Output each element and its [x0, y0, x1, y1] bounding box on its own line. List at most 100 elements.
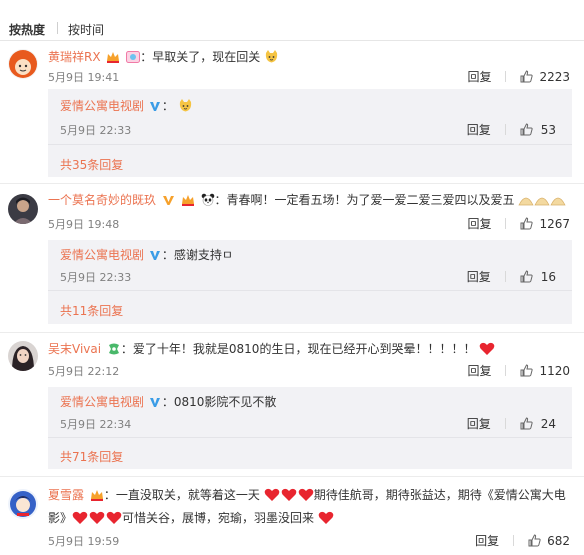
comment-username[interactable]: 吴末Vivai — [48, 342, 101, 356]
comment-actions: 回复 1267 — [467, 215, 570, 233]
panda-badge-icon[interactable] — [201, 193, 215, 210]
thumbs-up-icon[interactable] — [520, 364, 534, 380]
comment-actions: 回复 682 — [475, 532, 570, 550]
like-count: 2223 — [539, 70, 570, 84]
comment-username[interactable]: 黄瑞祥RX — [48, 50, 101, 64]
comment-text: ：早取关了，现在回关 — [140, 50, 261, 64]
comment-text: 期待佳航哥，期待张益达，期待《爱情公寓大电 — [313, 488, 566, 502]
user-avatar[interactable] — [8, 194, 38, 224]
user-avatar[interactable] — [8, 341, 38, 371]
sub-reply-line: 爱情公寓电视剧 ：0810影院不见不散 — [60, 394, 276, 412]
thumbs-up-icon[interactable] — [520, 123, 533, 139]
tab-sort-by-time[interactable]: 按时间 — [68, 21, 104, 38]
reply-button[interactable]: 回复 — [467, 415, 491, 432]
comment-text: 可惜关谷，展博，宛瑜，羽墨没回来 — [122, 511, 315, 525]
comment-line: 夏雪露 ：一直没取关，就等着这一天 期待佳航哥，期待张益达，期待《爱情公寓大电 — [48, 487, 566, 506]
comment-time: 5月9日 22:12 — [48, 365, 120, 378]
red-heart-emoji-icon — [479, 342, 495, 360]
verified-v-badge-icon[interactable] — [162, 194, 175, 210]
sort-divider — [57, 22, 58, 34]
action-divider — [505, 218, 507, 229]
comment-text: 影》 — [48, 511, 73, 525]
action-divider — [505, 365, 507, 376]
more-replies-link[interactable]: 共35条回复 — [60, 156, 123, 173]
user-avatar[interactable] — [8, 49, 38, 79]
reply-actions: 回复 24 — [467, 415, 556, 433]
reply-time: 5月9日 22:34 — [60, 418, 132, 431]
reply-divider — [48, 437, 572, 438]
dumpling-emoji-icon — [518, 193, 566, 211]
verified-v-icon — [149, 249, 161, 265]
dark-photo-avatar-icon — [8, 194, 38, 224]
vip-crown-badge-icon[interactable] — [90, 489, 104, 505]
comment-actions: 回复 1120 — [467, 362, 570, 380]
thumbs-up-icon[interactable] — [520, 70, 534, 86]
like-count: 1267 — [539, 217, 570, 231]
comment-line: 吴末Vivai ：爱了十年！我就是0810的生日，现在已经开心到哭晕！！！！！ — [48, 341, 495, 360]
reply-actions: 回复 16 — [467, 268, 556, 286]
reply-button[interactable]: 回复 — [467, 68, 491, 85]
like-count: 24 — [540, 417, 556, 431]
red-hearts-emoji-icon — [72, 511, 122, 529]
more-replies-link[interactable]: 共71条回复 — [60, 448, 123, 465]
reply-text: ：0810影院不见不散 — [161, 395, 277, 409]
like-count: 16 — [540, 270, 556, 284]
green-badge-icon[interactable] — [107, 343, 121, 359]
thumbs-up-icon[interactable] — [520, 217, 534, 233]
cat-face-emoji-icon — [264, 49, 279, 68]
sub-reply-line: 爱情公寓电视剧 ： — [60, 98, 193, 117]
comment-username[interactable]: 一个莫名奇妙的既玖 — [48, 193, 156, 207]
comment-item: 夏雪露 ：一直没取关，就等着这一天 期待佳航哥，期待张益达，期待《爱情公寓大电 … — [0, 477, 584, 555]
thumbs-up-icon[interactable] — [528, 534, 541, 550]
reply-button[interactable]: 回复 — [467, 215, 491, 232]
like-count: 53 — [540, 123, 556, 137]
reply-time: 5月9日 22:33 — [60, 124, 132, 137]
user-avatar[interactable] — [8, 489, 38, 519]
reply-username[interactable]: 爱情公寓电视剧 — [60, 395, 144, 409]
reply-text: ： — [161, 99, 174, 113]
reply-box: 爱情公寓电视剧 ：0810影院不见不散 5月9日 22:34 回复 24 共71条… — [48, 387, 572, 469]
comment-line: 一个莫名奇妙的既玖 ：青春啊！一定看五场！为了爱一爱二爱三爱四以及爱五 — [48, 192, 566, 211]
reply-box: 爱情公寓电视剧 ： 5月9日 22:33 回复 53 共35条回复 — [48, 89, 572, 177]
like-count: 1120 — [539, 364, 570, 378]
reply-username[interactable]: 爱情公寓电视剧 — [60, 99, 144, 113]
verified-v-icon — [149, 100, 161, 116]
action-divider — [504, 271, 506, 282]
sub-reply-line: 爱情公寓电视剧 ：感谢支持ㅁ — [60, 247, 233, 265]
reply-button[interactable]: 回复 — [467, 362, 491, 379]
action-divider — [513, 535, 515, 546]
comment-item: 吴末Vivai ：爱了十年！我就是0810的生日，现在已经开心到哭晕！！！！！ … — [0, 333, 584, 475]
comment-time: 5月9日 19:48 — [48, 218, 120, 231]
comment-text: ：一直没取关，就等着这一天 — [103, 488, 260, 502]
more-replies-link[interactable]: 共11条回复 — [60, 302, 123, 319]
reply-button[interactable]: 回复 — [475, 532, 499, 549]
action-divider — [504, 124, 506, 135]
comment-item: 黄瑞祥RX ：早取关了，现在回关 5月9日 19:41 回复 2223 爱情公寓电… — [0, 41, 584, 183]
reply-actions: 回复 53 — [467, 121, 556, 139]
comment-line-2: 影》 可惜关谷，展博，宛瑜，羽墨没回来 — [48, 510, 334, 529]
blue-cartoon-avatar-icon — [8, 489, 38, 519]
reply-button[interactable]: 回复 — [467, 268, 491, 285]
thumbs-up-icon[interactable] — [520, 270, 533, 286]
tab-sort-by-hot[interactable]: 按热度 — [9, 21, 45, 38]
vip-crown-badge-icon[interactable] — [106, 51, 120, 67]
comment-item: 一个莫名奇妙的既玖 ：青春啊！一定看五场！为了爱一爱二爱三爱四以及爱五 5月9日… — [0, 184, 584, 332]
comment-time: 5月9日 19:41 — [48, 71, 120, 84]
sort-bar: 按热度 按时间 — [0, 0, 584, 40]
vip-crown-badge-icon[interactable] — [181, 194, 195, 210]
reply-text: ：感谢支持ㅁ — [161, 248, 233, 262]
comment-username[interactable]: 夏雪露 — [48, 488, 84, 502]
reply-button[interactable]: 回复 — [467, 121, 491, 138]
fan-badge-icon[interactable] — [126, 51, 141, 67]
reply-username[interactable]: 爱情公寓电视剧 — [60, 248, 144, 262]
comment-actions: 回复 2223 — [467, 68, 570, 86]
orange-face-avatar-icon — [8, 49, 38, 79]
cat-face-emoji-icon — [178, 98, 193, 117]
red-hearts-emoji-icon — [264, 488, 314, 506]
red-heart-emoji-icon — [318, 511, 334, 529]
comment-time: 5月9日 19:59 — [48, 535, 120, 548]
reply-divider — [48, 144, 572, 145]
verified-v-icon — [149, 396, 161, 412]
action-divider — [504, 418, 506, 429]
thumbs-up-icon[interactable] — [520, 417, 533, 433]
